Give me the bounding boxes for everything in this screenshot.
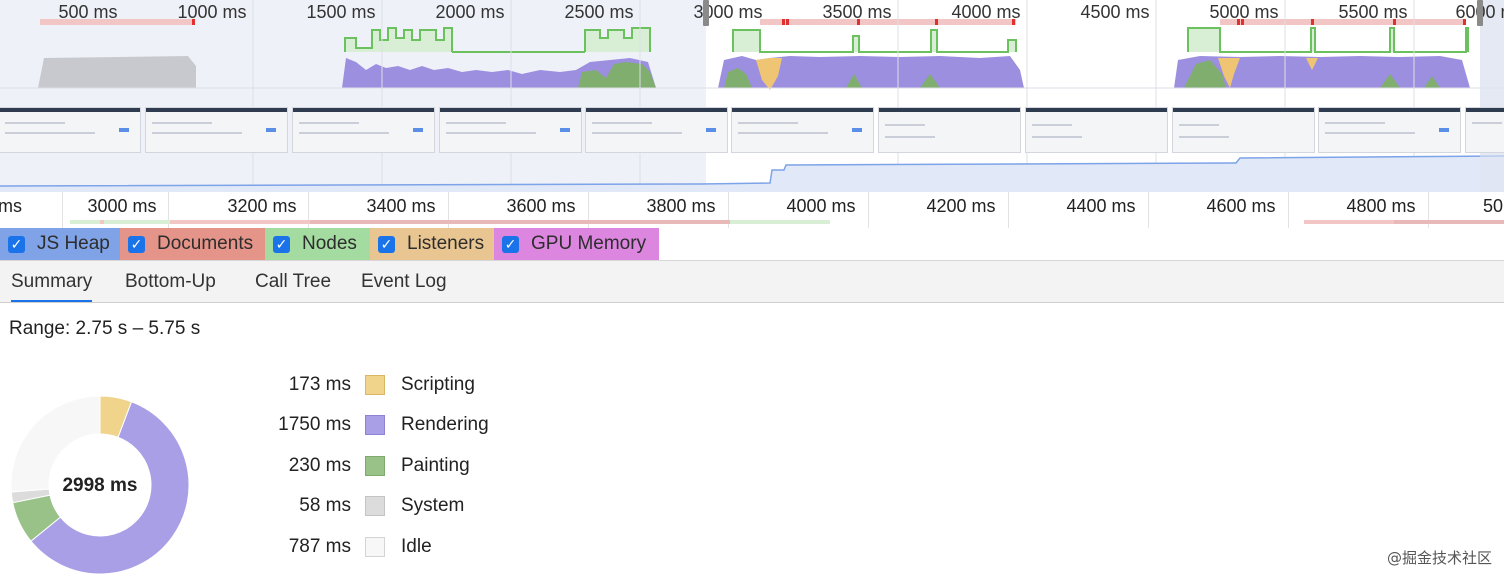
filmstrip-frame[interactable] [292,107,435,153]
frames-strip [344,27,1469,53]
summary-total: 2998 ms [62,475,138,496]
filmstrip-frame[interactable] [0,107,141,153]
legend-label: Idle [401,536,432,557]
legend-value: 173 ms [288,374,351,395]
tab-call-tree[interactable]: Call Tree [255,261,331,302]
ruler-tick: ms [0,196,22,216]
legend-swatch [365,415,385,435]
legend-row-painting: 230 ms Painting [250,454,470,478]
ruler-tick: 3600 ms [506,196,576,216]
legend-swatch [365,456,385,476]
legend-swatch [365,375,385,395]
overview-tick: 4000 ms [951,2,1021,22]
counter-documents[interactable]: ✓ Documents [120,228,265,260]
counter-label: GPU Memory [531,233,647,254]
tab-bottom-up[interactable]: Bottom-Up [125,261,216,302]
checkbox-checked-icon[interactable]: ✓ [378,235,395,253]
watermark: @掘金技术社区 [1386,549,1492,567]
overview-tick: 1500 ms [306,2,376,22]
overview-tick: 500 ms [58,2,118,22]
legend-row-scripting: 173 ms Scripting [250,373,475,397]
ruler-tick: 4200 ms [926,196,996,216]
legend-swatch [365,537,385,557]
ruler-tick: 3800 ms [646,196,716,216]
filmstrip-frame[interactable] [1025,107,1168,153]
ruler-tick: 4600 ms [1206,196,1276,216]
memory-counters-bar: ✓ JS Heap ✓ Documents ✓ Nodes ✓ Listener… [0,228,1504,261]
counter-js-heap[interactable]: ✓ JS Heap [0,228,120,260]
ruler-tick: 3400 ms [366,196,436,216]
ruler-tick: 4800 ms [1346,196,1416,216]
legend-label: Scripting [401,374,475,395]
overview-tick: 5000 ms [1209,2,1279,22]
filmstrip-frame[interactable] [145,107,288,153]
overview-tick: 5500 ms [1338,2,1408,22]
overview-tick: 1000 ms [177,2,247,22]
ruler-tick: 4000 ms [786,196,856,216]
tab-event-log[interactable]: Event Log [361,261,447,302]
legend-value: 58 ms [299,495,351,516]
counter-label: Documents [157,233,254,254]
detail-time-ruler: ms 3000 ms 3200 ms 3400 ms 3600 ms 3800 … [0,192,1504,229]
filmstrip-frame[interactable] [731,107,874,153]
filmstrip-frame[interactable] [1172,107,1315,153]
overview-tick: 3500 ms [822,2,892,22]
legend-label: System [401,495,465,516]
overview-activity-chart [0,0,1504,192]
selection-handle-right[interactable] [1477,0,1483,26]
legend-value: 1750 ms [278,414,351,435]
legend-value: 230 ms [288,455,351,476]
legend-label: Rendering [401,414,489,435]
legend-swatch [365,496,385,516]
counter-label: JS Heap [37,233,110,254]
ruler-task-strip [70,220,1504,224]
filmstrip-frame[interactable] [1465,107,1504,153]
selection-handle-left[interactable] [703,0,709,26]
memory-area [0,156,1504,192]
ruler-tick: 4400 ms [1066,196,1136,216]
summary-range: Range: 2.75 s – 5.75 s [9,318,201,339]
ruler-tick: 3000 ms [87,196,157,216]
counter-nodes[interactable]: ✓ Nodes [265,228,370,260]
filmstrip-frame[interactable] [585,107,728,153]
details-tab-bar: Summary Bottom-Up Call Tree Event Log [0,261,1504,303]
legend-row-system: 58 ms System [250,494,464,518]
overview-tick: 2000 ms [435,2,505,22]
filmstrip-frame[interactable] [878,107,1021,153]
ruler-tick: 50 [1482,196,1504,216]
legend-label: Painting [401,455,470,476]
idle-area [38,56,196,88]
timeline-overview[interactable]: 500 ms 1000 ms 1500 ms 2000 ms 2500 ms 3… [0,0,1504,192]
checkbox-checked-icon[interactable]: ✓ [273,235,290,253]
legend-row-rendering: 1750 ms Rendering [250,413,489,437]
counter-listeners[interactable]: ✓ Listeners [370,228,494,260]
overview-tick: 2500 ms [564,2,634,22]
counter-gpu-memory[interactable]: ✓ GPU Memory [494,228,659,260]
checkbox-checked-icon[interactable]: ✓ [502,235,519,253]
tab-summary[interactable]: Summary [11,261,93,302]
checkbox-checked-icon[interactable]: ✓ [8,235,25,253]
filmstrip-frame[interactable] [439,107,582,153]
filmstrip-frame[interactable] [1318,107,1461,153]
legend-value: 787 ms [288,536,351,557]
ruler-tick: 3200 ms [227,196,297,216]
counter-label: Nodes [302,233,357,254]
overview-tick: 4500 ms [1080,2,1150,22]
legend-row-idle: 787 ms Idle [250,535,432,559]
checkbox-checked-icon[interactable]: ✓ [128,235,145,253]
counter-label: Listeners [407,233,485,254]
